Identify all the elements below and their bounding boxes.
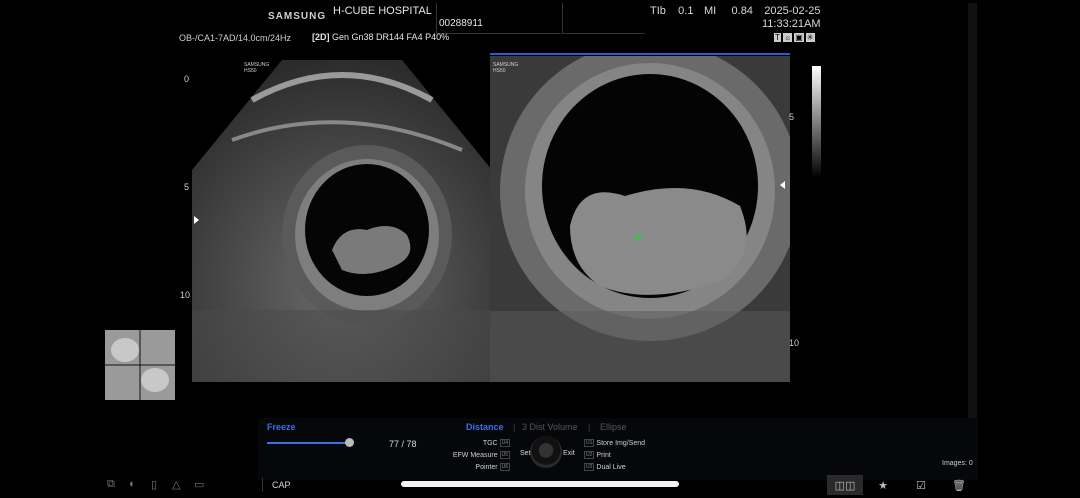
date: 2025-02-25 [764,5,821,17]
active-frame-indicator [490,53,790,55]
key-badge: U1 [584,439,595,447]
menu-label: Print [596,451,611,459]
cap-button[interactable]: CAP [272,480,291,490]
star-icon[interactable]: ★ [865,475,901,495]
focus-marker-icon [780,181,785,189]
menu-tgc[interactable]: TGC U4 [440,439,512,447]
status-icon: ✳ [805,33,815,42]
tib-label: TIb [650,5,666,17]
tab-distance[interactable]: Distance [466,422,504,432]
mode-info: [2D] Gen Gn38 DR144 FA4 P40% [312,32,449,42]
watermark: SAMSUNG HS50 [493,62,519,74]
orientation-thumbnail [105,330,175,400]
patient-id: 00288911 [439,18,483,29]
time: 11:33:21AM [762,18,821,30]
ultrasound-image-right[interactable] [490,56,790,382]
divider [262,478,263,492]
dual-view-icon[interactable]: ◫◫ [827,475,863,495]
key-badge: U3 [584,463,595,471]
status-icon: ☼ [782,33,793,42]
menu-pointer[interactable]: Pointer U6 [440,463,512,471]
key-badge: U6 [499,463,510,471]
tib-readout: TIb 0.1 [650,5,693,17]
trackball-knob-icon[interactable] [530,436,562,468]
trash-icon[interactable]: 🗑 [941,475,977,495]
mi-label: MI [704,5,717,17]
battery-icon: ▯ [151,479,158,491]
brand-logo: SAMSUNG [268,11,327,22]
focus-marker-icon [194,216,199,224]
datetime: 2025-02-25 11:33:21AM [762,5,821,31]
monitor-icon[interactable]: ▭ [194,478,204,491]
mi-value: 0.84 [731,5,753,17]
set-button[interactable]: Set [520,450,531,457]
cine-slider-fill [267,442,350,444]
depth-label: 5 [184,182,190,192]
tab-3-dist-volume[interactable]: 3 Dist Volume [522,422,578,432]
tab-separator: | [513,422,516,432]
exit-button[interactable]: Exit [563,450,575,457]
menu-print[interactable]: U2 Print [582,451,611,459]
scrollbar[interactable] [968,3,977,433]
depth-label: 5 [789,112,795,122]
cine-slider-handle[interactable] [344,438,354,447]
home-indicator[interactable] [401,481,679,487]
menu-label: TGC [482,439,498,447]
menu-label: Dual Live [596,463,626,471]
warning-icon[interactable]: △ [172,478,180,491]
key-badge: U2 [584,451,595,459]
tib-value: 0.1 [678,5,694,17]
copy-icon[interactable]: ⧉ [107,478,115,491]
tab-separator: | [588,422,591,432]
frame-counter: 77 / 78 [389,439,417,449]
status-icons: T ☼ ▣ ✳ [774,33,815,42]
moon-icon[interactable]: ◐ [129,478,136,490]
depth-label: 10 [180,290,191,300]
probe-info: OB-/CA1-7AD/14.0cm/24Hz [179,33,292,43]
ultrasound-image-left[interactable] [192,60,492,382]
grayscale-bar [812,66,821,178]
menu-efw-measure[interactable]: EFW Measure U5 [440,451,512,459]
watermark: SAMSUNG HS50 [244,62,270,74]
key-badge: U5 [499,451,510,459]
freeze-button[interactable]: Freeze [267,422,296,432]
header-divider [562,3,645,34]
menu-label: Store Img/Send [596,439,646,447]
mi-readout: MI 0.84 [704,5,753,17]
key-badge: U4 [499,439,510,447]
images-count: Images: 0 [942,460,973,467]
depth-label: 10 [789,338,800,348]
menu-dual-live[interactable]: U3 Dual Live [582,463,626,471]
menu-store-img-send[interactable]: U1 Store Img/Send [582,439,645,447]
menu-label: Pointer [475,463,498,471]
mode-label: [2D] [312,32,330,42]
mode-params: Gen Gn38 DR144 FA4 P40% [332,32,450,42]
tab-ellipse[interactable]: Ellipse [600,422,627,432]
menu-label: EFW Measure [452,451,498,459]
status-icon: T [774,33,781,42]
check-icon[interactable]: ☑ [903,475,939,495]
depth-label: 0 [184,74,190,84]
hospital-name: H-CUBE HOSPITAL [333,5,432,17]
status-icon: ▣ [794,33,804,42]
